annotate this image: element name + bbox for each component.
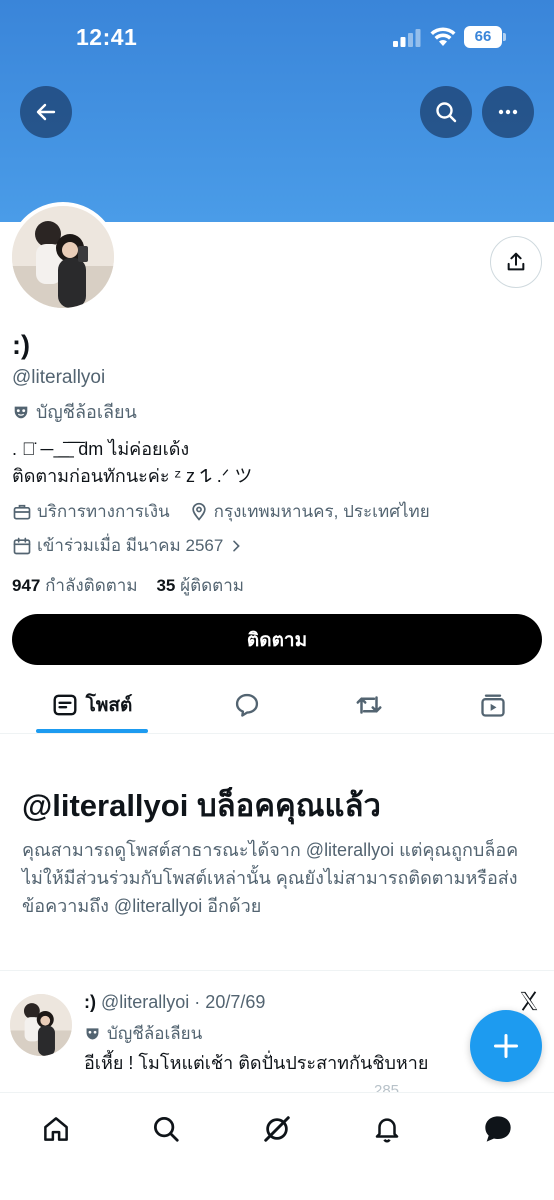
active-tab-indicator xyxy=(36,729,148,733)
nav-notifications[interactable] xyxy=(369,1111,405,1147)
search-icon xyxy=(436,102,457,123)
followers-count: 35 xyxy=(156,576,176,595)
follow-stats: 947 กำลังติดตาม 35 ผู้ติดตาม xyxy=(12,572,244,599)
tab-posts-label: โพสต์ xyxy=(85,695,133,716)
profile-avatar[interactable] xyxy=(8,202,118,312)
post-parody-label: บัญชีล้อเลียน xyxy=(84,1020,202,1047)
nav-home[interactable] xyxy=(38,1111,74,1147)
chevron-right-icon xyxy=(233,540,241,551)
media-icon xyxy=(481,694,505,717)
home-icon xyxy=(44,1117,68,1141)
battery-indicator: 66 xyxy=(464,26,506,48)
followers-link[interactable]: 35 ผู้ติดตาม xyxy=(156,576,244,595)
search-button[interactable] xyxy=(420,86,472,138)
battery-tip xyxy=(503,33,506,41)
x-logo-icon xyxy=(520,991,538,1011)
profile-category: บริการทางการเงิน xyxy=(37,502,170,521)
share-icon xyxy=(507,252,525,271)
share-button[interactable] xyxy=(490,236,542,288)
post-author-name: :) xyxy=(84,992,96,1012)
avatar-illustration xyxy=(12,206,114,308)
followers-label: ผู้ติดตาม xyxy=(180,576,244,595)
mask-icon xyxy=(14,406,28,418)
profile-meta-row: บริการทางการเงิน กรุงเทพมหานคร, ประเทศไท… xyxy=(12,498,430,525)
compose-button[interactable] xyxy=(470,1010,542,1082)
tab-reposts[interactable] xyxy=(344,676,394,734)
bio-line-2: ติดตามก่อนทักนะค่ะ ᶻ z 𐰁 .ᐟ ツ xyxy=(12,466,253,486)
more-options-button[interactable] xyxy=(482,86,534,138)
calendar-icon xyxy=(13,537,31,554)
back-button[interactable] xyxy=(20,86,72,138)
post-actions-peek: 285 xyxy=(84,1082,544,1092)
cellular-signal-icon xyxy=(393,29,421,47)
nav-grok[interactable] xyxy=(259,1111,295,1147)
bio-line-1: . ๑̇ ─ ͟ ͟ ͞ ͞ dm ไม่ค่อยเด้ง xyxy=(12,439,190,459)
following-link[interactable]: 947 กำลังติดตาม xyxy=(12,576,138,595)
parody-label: บัญชีล้อเลียน xyxy=(12,397,137,426)
joined-row[interactable]: เข้าร่วมเมื่อ มีนาคม 2567 xyxy=(12,532,244,559)
reply-bubble-icon xyxy=(235,693,259,717)
blocked-title: @literallyoi บล็อคคุณแล้ว xyxy=(22,788,381,823)
chat-icon xyxy=(485,1116,511,1142)
post-parody-text: บัญชีล้อเลียน xyxy=(107,1024,203,1043)
wifi-icon xyxy=(430,27,456,46)
posts-icon xyxy=(53,694,77,716)
tab-media[interactable] xyxy=(468,676,518,734)
pin-icon xyxy=(191,502,206,521)
post-header: :) @literallyoi · 20/7/69 xyxy=(84,992,265,1013)
nav-search[interactable] xyxy=(148,1111,184,1147)
arrow-left-icon xyxy=(36,103,56,121)
post-handle-date: @literallyoi · 20/7/69 xyxy=(101,992,266,1012)
mask-icon xyxy=(86,1028,99,1040)
display-name: :) xyxy=(12,330,30,360)
ellipsis-icon xyxy=(498,109,518,115)
tab-replies[interactable] xyxy=(222,676,272,734)
tab-posts[interactable]: โพสต์ xyxy=(36,676,148,734)
section-divider xyxy=(0,970,554,971)
profile-tabs: โพสต์ xyxy=(0,676,554,734)
profile-location: กรุงเทพมหานคร, ประเทศไทย xyxy=(213,502,430,521)
post-avatar[interactable] xyxy=(10,994,72,1056)
grok-icon xyxy=(264,1116,290,1142)
profile-bio: . ๑̇ ─ ͟ ͟ ͞ ͞ dm ไม่ค่อยเด้ง ติดตามก่อน… xyxy=(12,436,252,490)
nav-messages[interactable] xyxy=(480,1111,516,1147)
following-label: กำลังติดตาม xyxy=(45,576,138,595)
blocked-description: คุณสามารถดูโพสต์สาธารณะได้จาก @literally… xyxy=(22,840,519,916)
plus-icon xyxy=(493,1033,519,1059)
search-icon xyxy=(154,1117,179,1142)
post-avatar-illustration xyxy=(10,994,72,1056)
following-count: 947 xyxy=(12,576,41,595)
joined-date: เข้าร่วมเมื่อ มีนาคม 2567 xyxy=(37,536,224,555)
bottom-navigation xyxy=(0,1092,554,1200)
parody-text: บัญชีล้อเลียน xyxy=(36,402,137,422)
post-views: 285 xyxy=(374,1082,400,1092)
status-time: 12:41 xyxy=(76,24,138,50)
briefcase-icon xyxy=(13,504,31,519)
follow-button[interactable]: ติดตาม xyxy=(12,614,542,665)
battery-level: 66 xyxy=(464,26,502,48)
status-bar: 12:41 66 xyxy=(0,0,554,76)
post-text: อีเหี้ย ! โมโหแต่เช้า ติดปั่นประสาทกันชิ… xyxy=(84,1053,429,1073)
profile-handle: @literallyoi xyxy=(12,367,106,388)
repost-icon xyxy=(356,696,382,714)
bell-icon xyxy=(375,1118,399,1143)
